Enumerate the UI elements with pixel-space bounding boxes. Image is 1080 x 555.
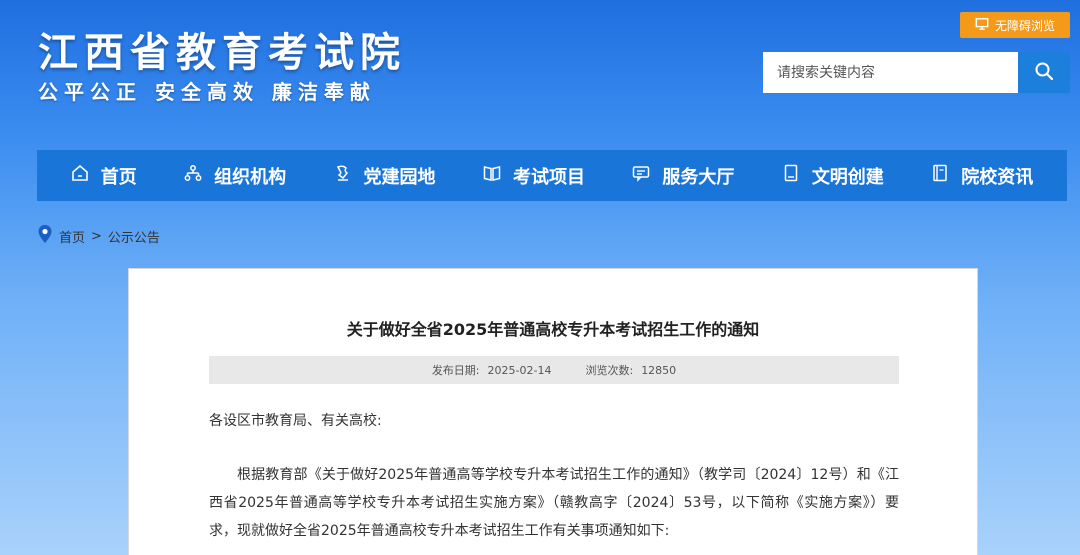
party-icon: [334, 164, 352, 187]
nav-item-exams[interactable]: 考试项目: [471, 150, 597, 201]
search-input[interactable]: [763, 52, 1018, 93]
article-title: 关于做好全省2025年普通高校专升本考试招生工作的通知: [346, 320, 760, 339]
article-panel: 关于做好全省2025年普通高校专升本考试招生工作的通知 发布日期: 2025-02…: [128, 268, 978, 555]
nav-item-party[interactable]: 党建园地: [322, 150, 448, 201]
location-pin-icon: [37, 224, 53, 248]
nav-item-label: 服务大厅: [662, 166, 735, 188]
breadcrumb-current-link[interactable]: 公示公告: [108, 227, 160, 246]
nav-item-label: 首页: [100, 166, 137, 188]
book-icon: [483, 164, 501, 187]
nav-item-organization[interactable]: 组织机构: [172, 150, 298, 201]
nav-item-home[interactable]: 首页: [59, 150, 149, 201]
breadcrumb-separator: >: [91, 228, 102, 244]
news-icon: [931, 164, 949, 187]
breadcrumb-home-link[interactable]: 首页: [59, 227, 85, 246]
accessibility-button[interactable]: 无障碍浏览: [960, 12, 1070, 38]
accessibility-label: 无障碍浏览: [994, 18, 1055, 33]
search-box: [763, 52, 1070, 93]
org-chart-icon: [184, 164, 202, 187]
nav-item-label: 文明创建: [811, 166, 884, 188]
article-paragraph: 根据教育部《关于做好2025年普通高等学校专升本考试招生工作的通知》（教学司〔2…: [209, 467, 899, 539]
nav-item-label: 党建园地: [363, 166, 436, 188]
article-meta-bar: 发布日期: 2025-02-14 浏览次数: 12850: [209, 356, 899, 384]
monitor-icon: [975, 17, 989, 34]
article-salutation: 各设区市教育局、有关高校:: [209, 413, 382, 429]
publish-date-label: 发布日期:: [431, 364, 480, 377]
nav-item-label: 院校资讯: [961, 166, 1034, 188]
site-title: 江西省教育考试院: [38, 29, 406, 76]
home-icon: [71, 164, 89, 187]
view-count-value: 12850: [641, 364, 677, 377]
nav-item-service[interactable]: 服务大厅: [620, 150, 746, 201]
service-icon: [632, 164, 650, 187]
nav-item-label: 组织机构: [214, 166, 287, 188]
main-nav: 首页 组织机构 党建园地 考试项目 服务大厅 文明创建 院校资讯: [37, 150, 1067, 201]
breadcrumb: 首页 > 公示公告: [37, 224, 160, 248]
view-count-label: 浏览次数:: [585, 364, 634, 377]
publish-date-info: 发布日期: 2025-02-14: [432, 362, 552, 378]
nav-item-news[interactable]: 院校资讯: [919, 150, 1045, 201]
nav-item-label: 考试项目: [512, 166, 585, 188]
publish-date-value: 2025-02-14: [487, 364, 552, 377]
search-icon: [1034, 61, 1054, 85]
document-icon: [782, 164, 800, 187]
nav-item-civilization[interactable]: 文明创建: [770, 150, 896, 201]
search-button[interactable]: [1018, 52, 1070, 93]
site-slogan: 公平公正 安全高效 廉洁奉献: [38, 80, 376, 104]
view-count-info: 浏览次数: 12850: [585, 362, 676, 378]
